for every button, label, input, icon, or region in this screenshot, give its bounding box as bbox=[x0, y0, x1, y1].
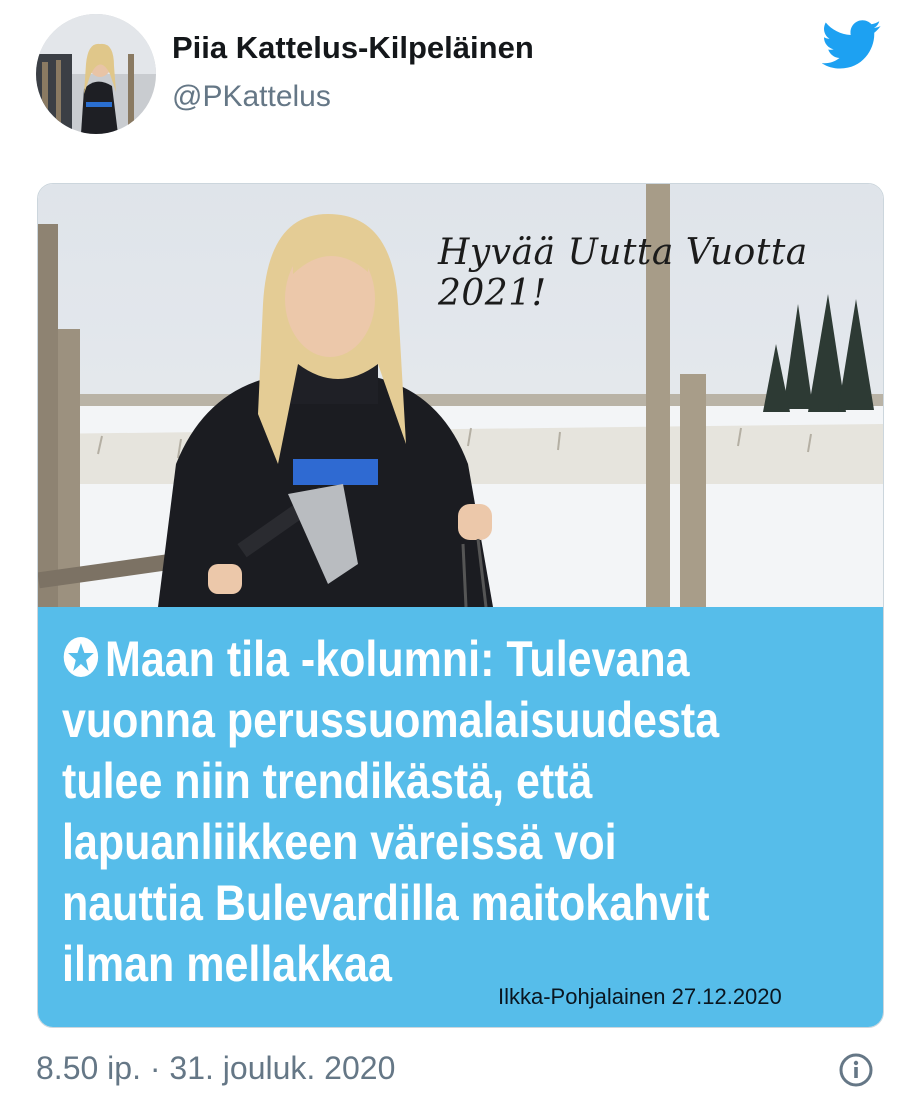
avatar-photo bbox=[36, 14, 156, 134]
headline-line: Maan tila -kolumni: Tulevana bbox=[105, 631, 690, 687]
headline-line: nauttia Bulevardilla maitokahvit bbox=[62, 875, 710, 931]
tweet-media-card[interactable]: Hyvää Uutta Vuotta 2021! Maan tila -kolu… bbox=[37, 183, 884, 1028]
headline-line: lapuanliikkeen väreissä voi bbox=[62, 814, 617, 870]
user-handle[interactable]: @PKattelus bbox=[172, 80, 331, 114]
greeting-text: Hyvää Uutta Vuotta 2021! bbox=[438, 232, 808, 314]
display-name[interactable]: Piia Kattelus-Kilpeläinen bbox=[172, 30, 534, 66]
headline-panel: Maan tila -kolumni: Tulevana vuonna peru… bbox=[38, 607, 883, 1027]
source-credit: Ilkka-Pohjalainen 27.12.2020 bbox=[498, 984, 782, 1009]
headline-line: vuonna perussuomalaisuudesta bbox=[62, 692, 720, 748]
tweet-timestamp[interactable]: 8.50 ip. · 31. jouluk. 2020 bbox=[36, 1050, 395, 1087]
headline: Maan tila -kolumni: Tulevana vuonna peru… bbox=[62, 629, 750, 995]
avatar[interactable] bbox=[36, 14, 156, 134]
tweet-header: Piia Kattelus-Kilpeläinen @PKattelus bbox=[0, 0, 920, 150]
headline-line: tulee niin trendikästä, että bbox=[62, 753, 593, 809]
info-icon[interactable] bbox=[838, 1052, 874, 1088]
star-badge-icon bbox=[63, 637, 99, 677]
twitter-bird-icon[interactable] bbox=[822, 20, 882, 70]
headline-line: ilman mellakkaa bbox=[62, 936, 392, 992]
